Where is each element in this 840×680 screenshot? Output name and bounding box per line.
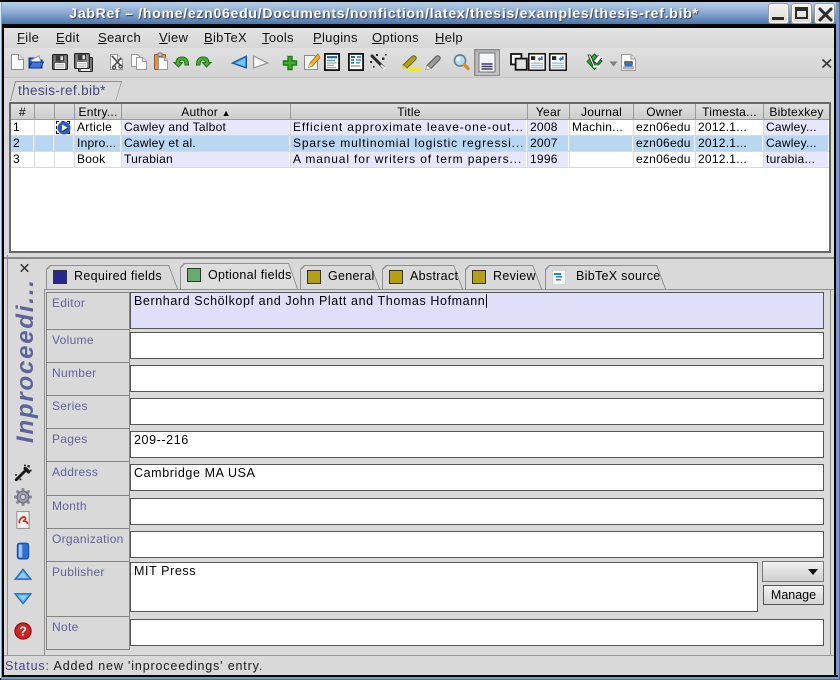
- svg-text:?: ?: [19, 624, 27, 639]
